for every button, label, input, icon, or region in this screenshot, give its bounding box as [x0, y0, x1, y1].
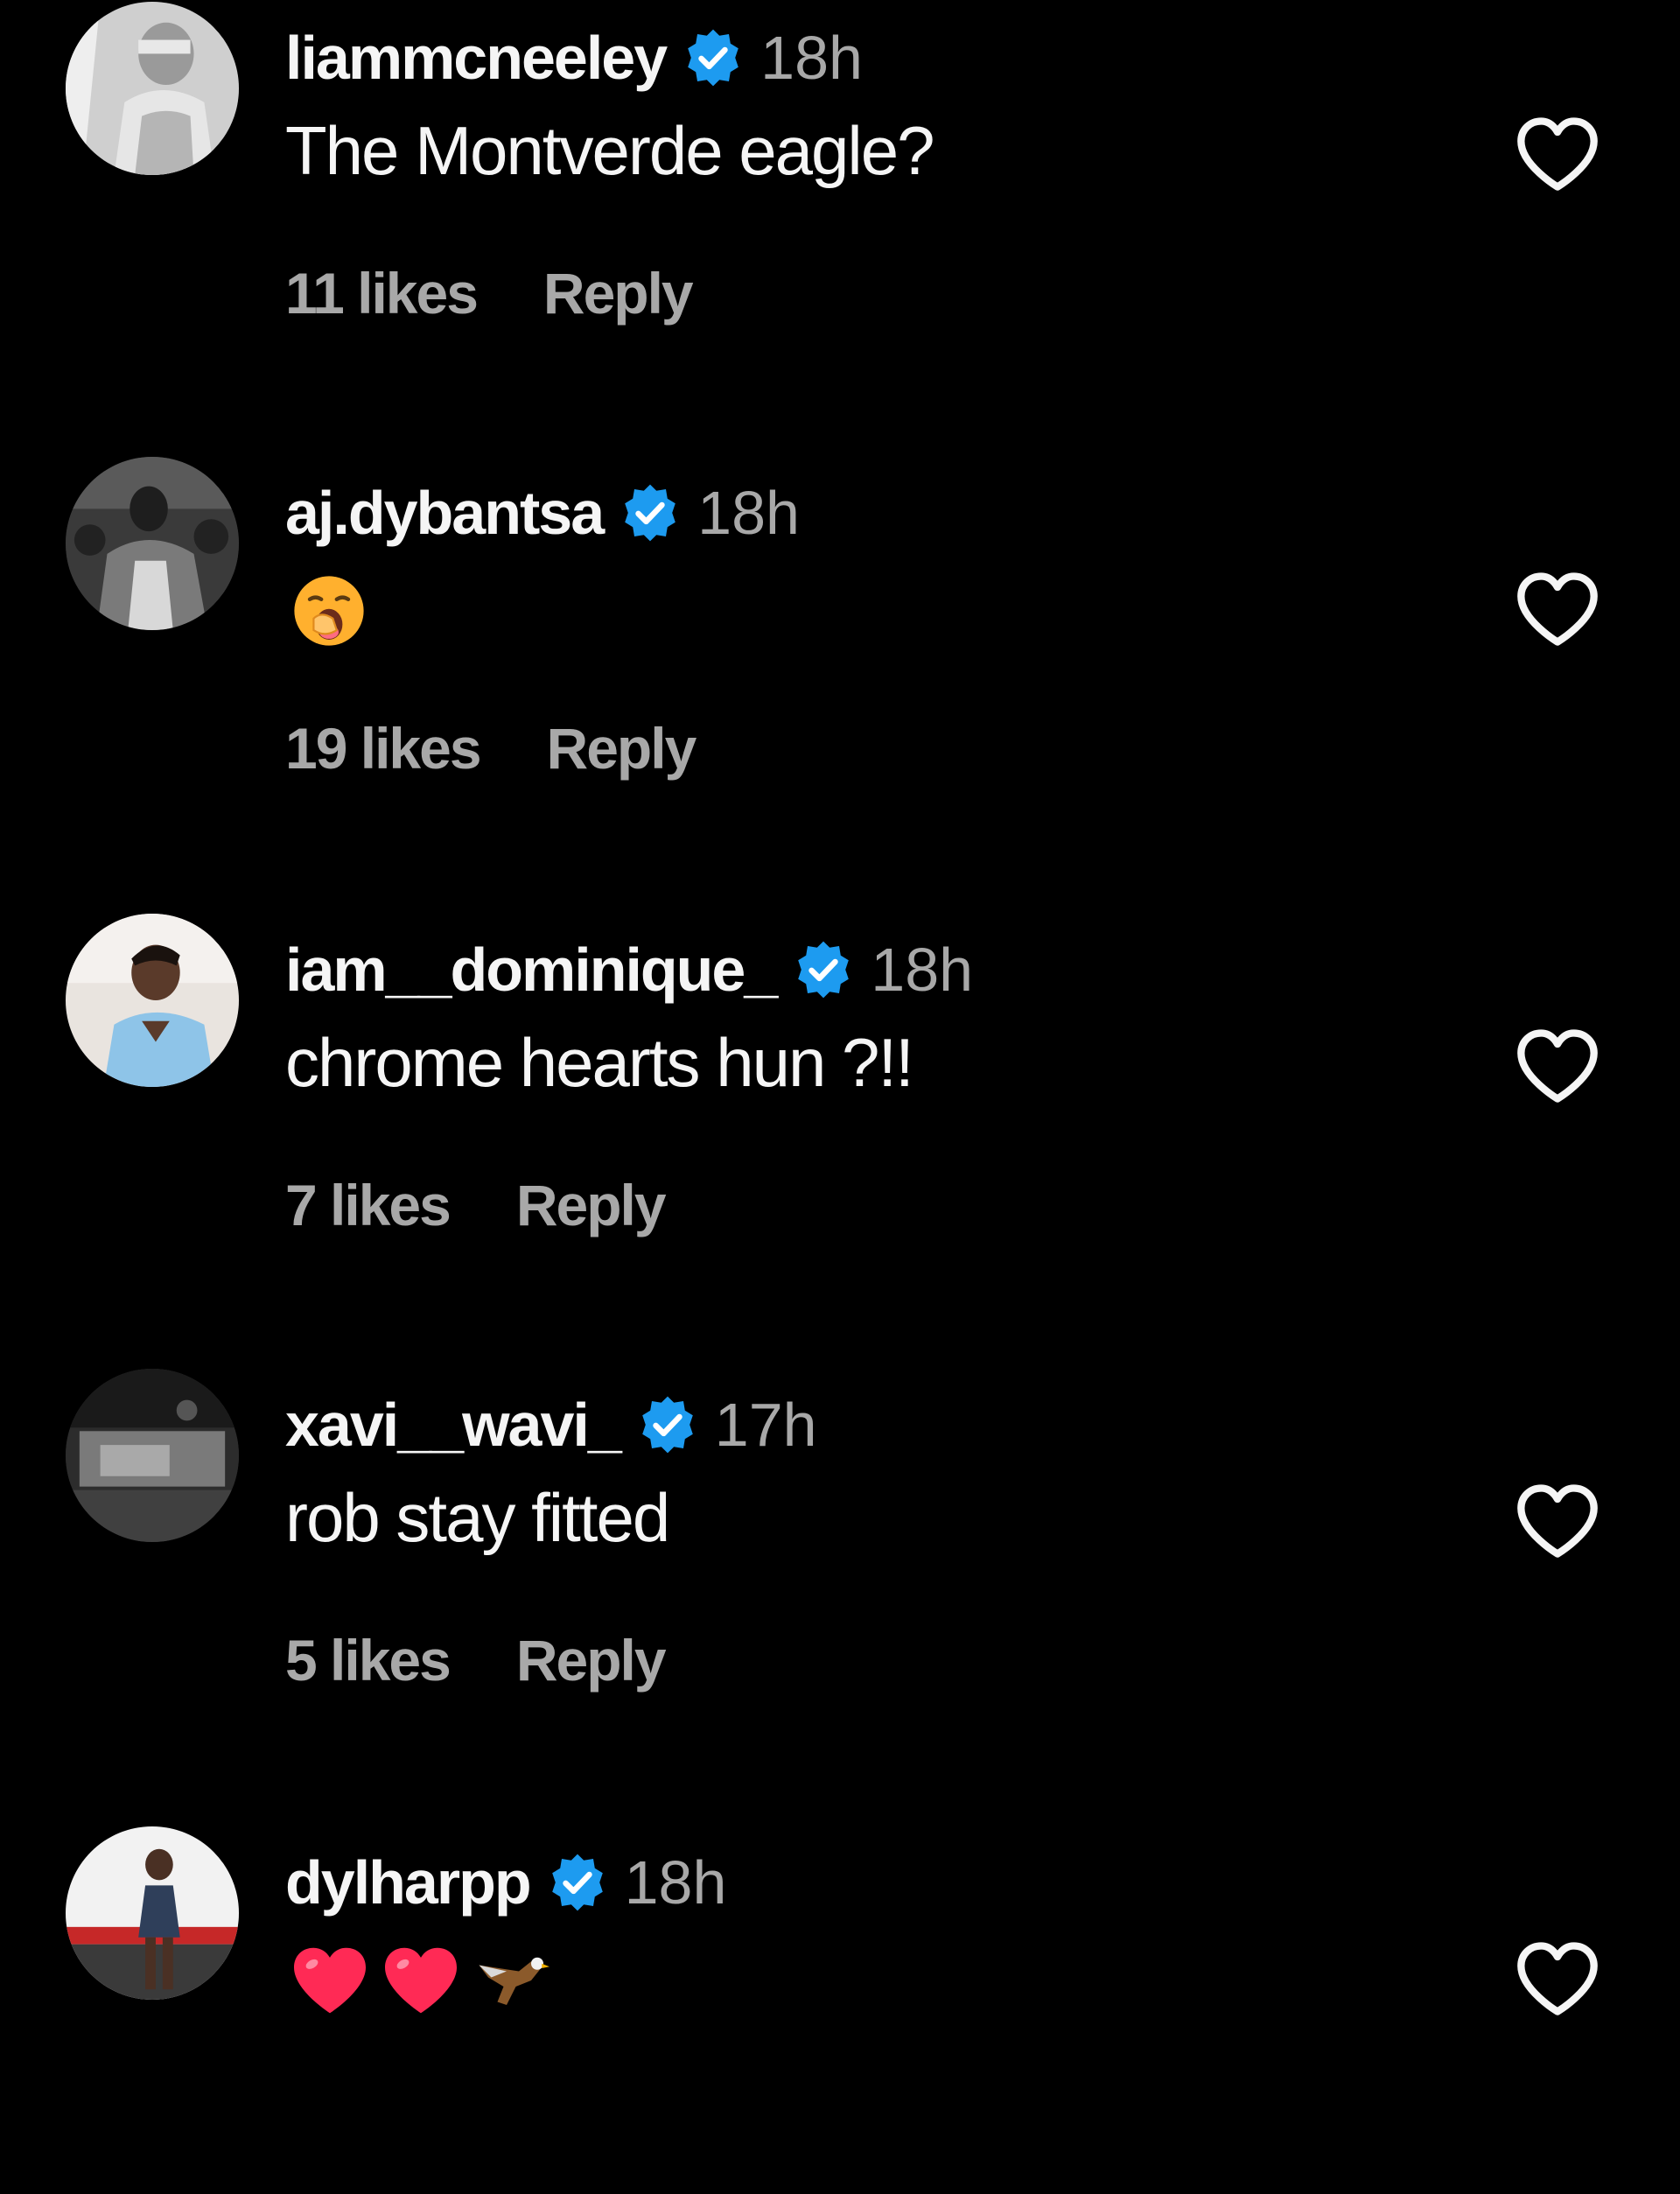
timestamp: 17h	[714, 1391, 817, 1459]
reply-button[interactable]: Reply	[516, 1172, 667, 1238]
heart-outline-icon[interactable]	[1514, 114, 1601, 194]
username[interactable]: xavi__wavi_	[285, 1390, 622, 1460]
comment-header: iam__dominique_ 18h	[285, 926, 973, 1013]
comment-item: xavi__wavi_ 17h rob stay fitted 5 likes …	[0, 1369, 1680, 1736]
heart-outline-icon[interactable]	[1514, 1481, 1601, 1561]
reply-button[interactable]: Reply	[547, 715, 697, 782]
verified-badge-icon	[641, 1396, 693, 1454]
username[interactable]: dylharpp	[285, 1847, 532, 1917]
comment-item: iam__dominique_ 18h chrome hearts hun ?!…	[0, 914, 1680, 1281]
likes-count[interactable]: 5 likes	[285, 1627, 452, 1693]
comment-header: aj.dybantsa 18h	[285, 469, 800, 557]
avatar[interactable]	[66, 1826, 239, 2000]
comment-meta: 19 likes Reply	[285, 709, 697, 788]
red-heart-emoji	[294, 1947, 366, 2014]
comment-header: xavi__wavi_ 17h	[285, 1381, 817, 1469]
avatar[interactable]	[66, 914, 239, 1087]
verified-badge-icon	[688, 29, 738, 87]
comment-item: aj.dybantsa 18h 19 likes Reply	[0, 457, 1680, 824]
comment-meta: 11 likes Reply	[285, 254, 694, 333]
likes-count[interactable]: 7 likes	[285, 1172, 452, 1238]
comment-item: dylharpp 18h	[0, 1826, 1680, 2194]
avatar[interactable]	[66, 457, 239, 630]
comment-text: The Montverde eagle?	[285, 112, 934, 189]
heart-outline-icon[interactable]	[1514, 1026, 1601, 1106]
avatar[interactable]	[66, 2, 239, 175]
timestamp: 18h	[871, 936, 974, 1004]
comment-meta: 5 likes Reply	[285, 1621, 667, 1700]
comment-emojis	[290, 1938, 553, 2022]
comment-item: liammcneeley 18h The Montverde eagle? 11…	[0, 2, 1680, 369]
reply-button[interactable]: Reply	[543, 260, 694, 326]
comment-meta: 7 likes Reply	[285, 1166, 667, 1244]
timestamp: 18h	[760, 24, 863, 92]
username[interactable]: iam__dominique_	[285, 935, 778, 1005]
heart-outline-icon[interactable]	[1514, 1938, 1601, 2019]
verified-badge-icon	[625, 484, 676, 542]
heart-outline-icon[interactable]	[1514, 569, 1601, 649]
username[interactable]: liammcneeley	[285, 23, 668, 93]
eagle-emoji	[479, 1957, 550, 2005]
timestamp: 18h	[697, 479, 800, 547]
likes-count[interactable]: 19 likes	[285, 715, 482, 782]
username[interactable]: aj.dybantsa	[285, 478, 605, 548]
yawning-face-emoji	[294, 576, 364, 646]
likes-count[interactable]: 11 likes	[285, 260, 479, 326]
timestamp: 18h	[624, 1848, 727, 1917]
comment-text: chrome hearts hun ?!!	[285, 1024, 914, 1101]
comment-header: dylharpp 18h	[285, 1839, 726, 1926]
comment-header: liammcneeley 18h	[285, 14, 863, 102]
verified-badge-icon	[551, 1854, 603, 1911]
reply-button[interactable]: Reply	[516, 1627, 667, 1693]
comment-emojis	[290, 569, 368, 653]
avatar[interactable]	[66, 1369, 239, 1542]
verified-badge-icon	[798, 941, 850, 999]
red-heart-emoji	[385, 1947, 457, 2014]
comments-list: liammcneeley 18h The Montverde eagle? 11…	[0, 0, 1680, 2052]
comment-text: rob stay fitted	[285, 1479, 670, 1556]
